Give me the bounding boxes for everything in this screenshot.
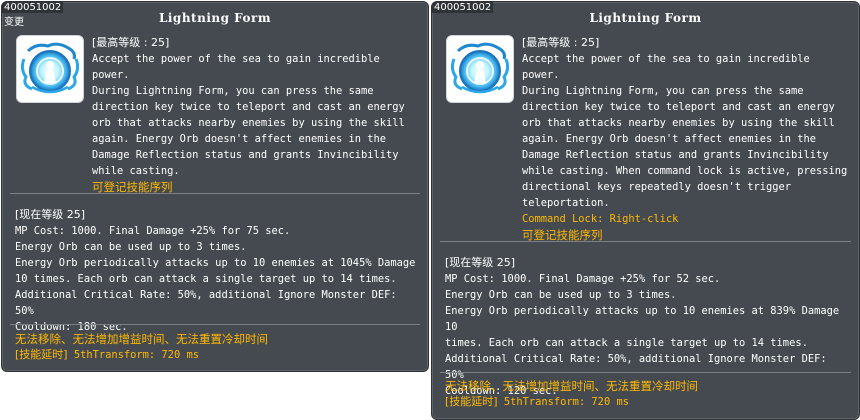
divider bbox=[440, 241, 851, 242]
skill-title: Lightning Form bbox=[589, 11, 702, 25]
skill-footer: 无法移除、无法增加增益时间、无法重置冷却时间 [技能延时] 5thTransfo… bbox=[15, 331, 420, 363]
command-lock-label: Command Lock: Right-click bbox=[522, 213, 679, 225]
skill-delay-label: [技能延时] bbox=[445, 395, 498, 408]
skill-description: Accept the power of the sea to gain incr… bbox=[522, 53, 848, 209]
skill-tooltip-old: 400051002 变更 Lightning Form [最高等级 : 25] bbox=[1, 1, 429, 372]
current-level-label: [现在等级 25] bbox=[15, 208, 86, 221]
skill-delay-value: 5thTransform: 720 ms bbox=[67, 349, 199, 361]
divider bbox=[440, 372, 851, 373]
current-level-block: [现在等级 25] MP Cost: 1000. Final Damage +2… bbox=[15, 207, 420, 335]
max-level-label: [最高等级 : 25] bbox=[522, 36, 600, 49]
skill-tooltip-new: 400051002 Lightning Form [最高等级 : 25] Acc… bbox=[431, 1, 860, 420]
current-level-label: [现在等级 25] bbox=[445, 256, 516, 269]
divider bbox=[10, 193, 420, 194]
skill-delay-value: 5thTransform: 720 ms bbox=[497, 396, 629, 408]
skill-title: Lightning Form bbox=[158, 11, 272, 25]
max-level-label: [最高等级 : 25] bbox=[92, 36, 170, 49]
skill-description: Accept the power of the sea to gain incr… bbox=[92, 53, 405, 177]
skill-description-block: [最高等级 : 25] Accept the power of the sea … bbox=[92, 35, 422, 195]
lightning-form-skill-icon bbox=[16, 35, 84, 103]
restrictions-label: 无法移除、无法增加增益时间、无法重置冷却时间 bbox=[445, 379, 698, 393]
lightning-form-skill-icon bbox=[446, 35, 514, 103]
current-level-stats: MP Cost: 1000. Final Damage +25% for 75 … bbox=[15, 225, 416, 333]
skill-delay-label: [技能延时] bbox=[15, 348, 68, 361]
divider bbox=[10, 324, 420, 325]
skill-footer: 无法移除、无法增加增益时间、无法重置冷却时间 [技能延时] 5thTransfo… bbox=[445, 378, 850, 410]
skill-description-block: [最高等级 : 25] Accept the power of the sea … bbox=[522, 35, 852, 243]
restrictions-label: 无法移除、无法增加增益时间、无法重置冷却时间 bbox=[15, 332, 268, 346]
